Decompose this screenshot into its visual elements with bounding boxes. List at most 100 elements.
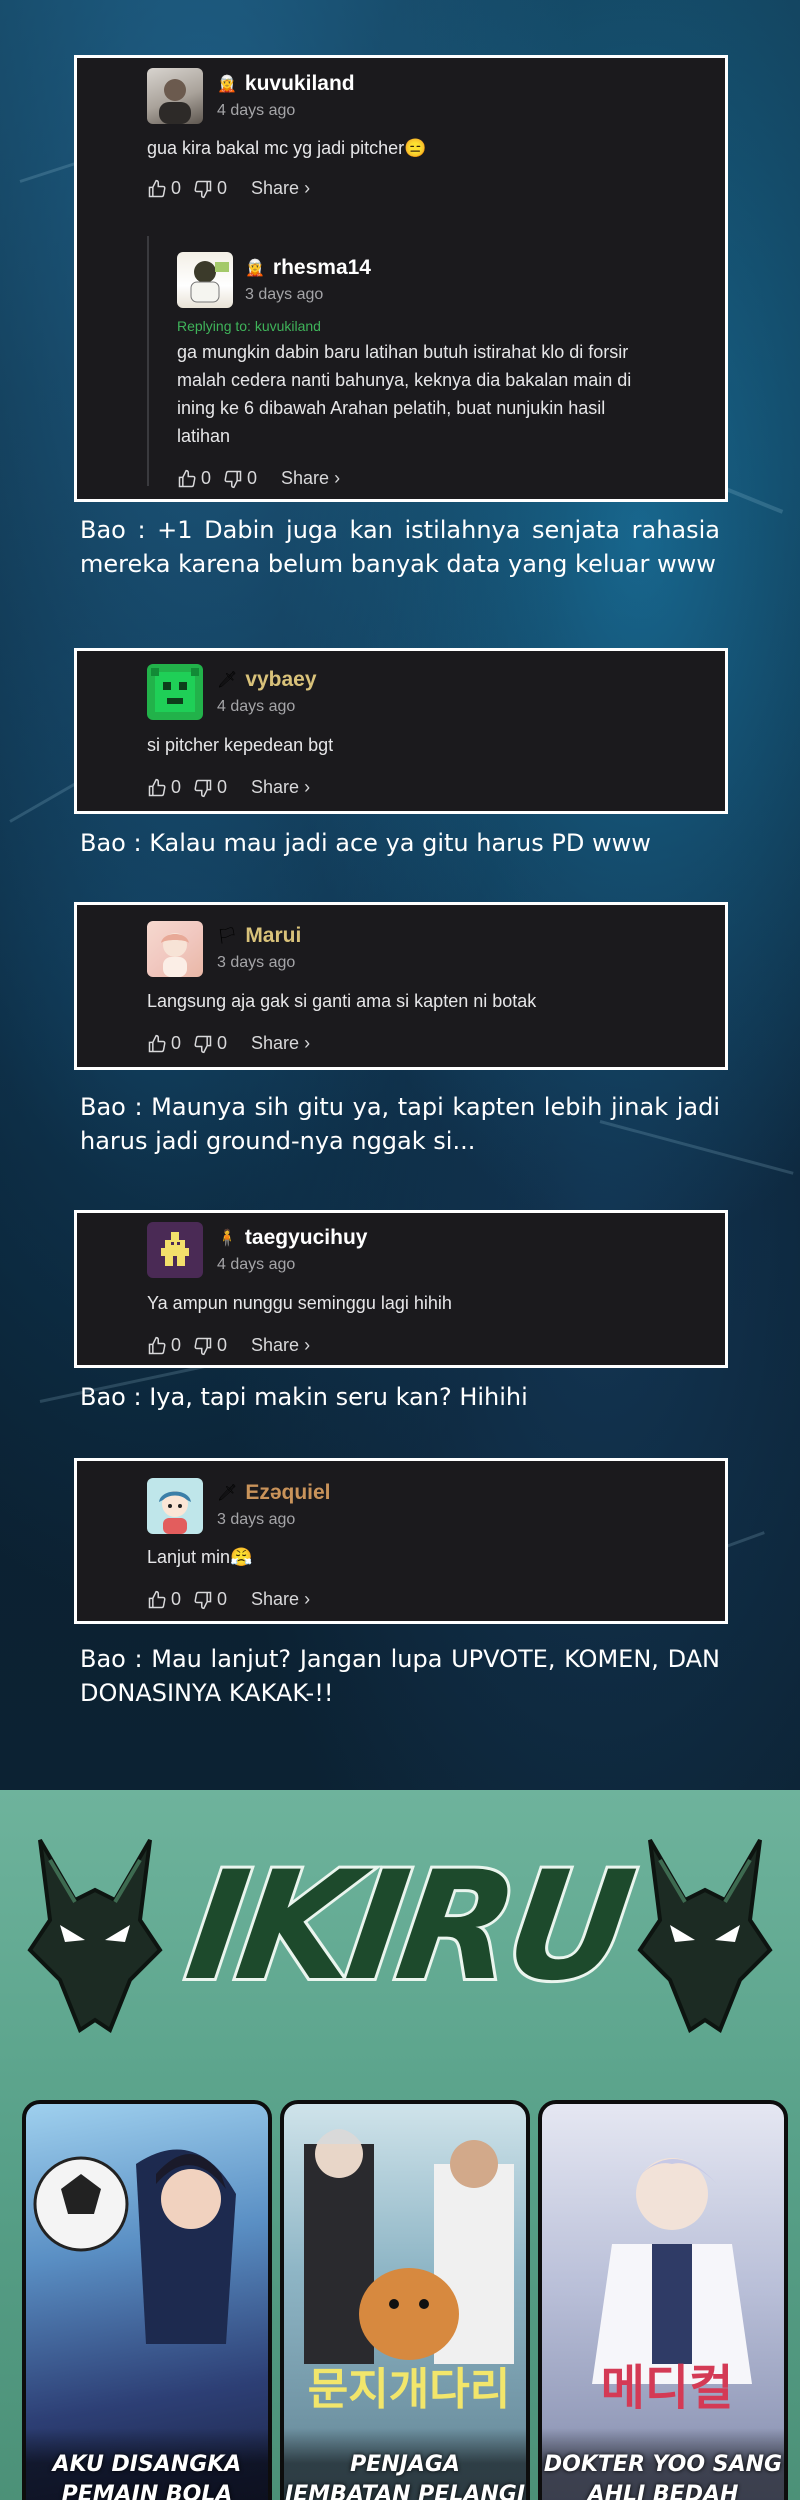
comment: 🧝 kuvukiland 4 days ago gua kira bakal m… <box>77 58 725 499</box>
ikiru-logo: IKIRU <box>175 1837 641 2017</box>
rank-badge-icon: 🧝 <box>217 74 237 93</box>
rank-badge-icon: 🗡 <box>217 1483 238 1502</box>
share-button[interactable]: Share › <box>251 1335 310 1356</box>
bao-reply-text: Bao : Maunya sih gitu ya, tapi kapten le… <box>80 1093 720 1155</box>
thumbs-up-icon <box>148 1336 166 1354</box>
share-button[interactable]: Share › <box>251 777 310 798</box>
comment-actions: 0 0 Share › <box>147 1033 310 1054</box>
comment-text: Ya ampun nunggu seminggu lagi hihih <box>147 1293 452 1313</box>
comment-card: 🏳 Marui 3 days ago Langsung aja gak si g… <box>74 902 728 1070</box>
manga-poster[interactable]: 메디컬 DOKTER YOO SANG AHLI BEDAH <box>538 2100 788 2500</box>
thumbs-down-icon <box>194 779 212 797</box>
comment-actions: 0 0 Share › <box>147 1335 310 1356</box>
like-button[interactable]: 0 <box>147 1033 181 1054</box>
avatar[interactable] <box>147 1478 203 1534</box>
avatar[interactable] <box>147 68 203 124</box>
dislike-button[interactable]: 0 <box>193 1589 227 1610</box>
timestamp: 4 days ago <box>217 698 296 715</box>
svg-text:메디컬: 메디컬 <box>601 2360 733 2416</box>
dislike-button[interactable]: 0 <box>223 468 257 489</box>
like-button[interactable]: 0 <box>147 1335 181 1356</box>
username[interactable]: rhesma14 <box>273 256 371 280</box>
replying-to-label[interactable]: Replying to: kuvukiland <box>177 318 321 334</box>
manga-poster[interactable]: AKU DISANGKA PEMAIN BOLA YANG JENIUS <box>22 2100 272 2500</box>
rank-badge-icon: 🗡 <box>217 670 238 689</box>
username[interactable]: Ezəquiel <box>245 1481 330 1505</box>
wolf-emblem-right-icon <box>637 1838 773 2034</box>
thumbs-down-icon <box>194 180 212 198</box>
dislike-button[interactable]: 0 <box>193 178 227 199</box>
rank-badge-icon: 🧍 <box>217 1228 237 1247</box>
poster-art: 메디컬 <box>592 2158 752 2416</box>
poster-art: 문지개다리 <box>304 2129 514 2415</box>
bao-reply-text: Bao : Mau lanjut? Jangan lupa UPVOTE, KO… <box>80 1645 720 1707</box>
share-button[interactable]: Share › <box>251 1033 310 1054</box>
thumbs-down-icon <box>194 1337 212 1355</box>
like-button[interactable]: 0 <box>147 1589 181 1610</box>
comment-text: si pitcher kepedean bgt <box>147 735 334 755</box>
rank-badge-icon: 🧝 <box>245 258 265 277</box>
dislike-count: 0 <box>217 178 228 198</box>
comment-actions: 0 0 Share › <box>177 468 340 489</box>
comment-text: Lanjut min😤 <box>147 1547 253 1567</box>
comment-card: 🧝 kuvukiland 4 days ago gua kira bakal m… <box>74 55 728 502</box>
dislike-count: 0 <box>247 468 258 488</box>
bao-reply-text: Bao : Kalau mau jadi ace ya gitu harus P… <box>80 829 651 857</box>
timestamp: 4 days ago <box>217 102 296 119</box>
like-count: 0 <box>171 178 182 198</box>
svg-text:문지개다리: 문지개다리 <box>308 2364 510 2415</box>
poster-title: PENJAGA JEMBATAN PELANGI <box>284 2428 526 2500</box>
rank-badge-icon: 🏳 <box>217 926 238 945</box>
thumbs-up-icon <box>148 778 166 796</box>
dislike-count: 0 <box>217 1033 228 1053</box>
comment-text: Langsung aja gak si ganti ama si kapten … <box>147 991 537 1011</box>
dislike-count: 0 <box>217 1335 228 1355</box>
share-button[interactable]: Share › <box>281 468 340 489</box>
comment-text: ga mungkin dabin baru latihan butuh isti… <box>177 342 632 446</box>
comment-actions: 0 0 Share › <box>147 178 310 199</box>
like-button[interactable]: 0 <box>147 178 181 199</box>
share-button[interactable]: Share › <box>251 178 310 199</box>
timestamp: 3 days ago <box>245 286 324 303</box>
like-button[interactable]: 0 <box>147 777 181 798</box>
thread-line <box>147 236 149 486</box>
thumbs-up-icon <box>148 179 166 197</box>
username[interactable]: vybaey <box>245 668 316 692</box>
comment-card: 🧍 taegyucihuy 4 days ago Ya ampun nunggu… <box>74 1210 728 1368</box>
thumbs-down-icon <box>194 1591 212 1609</box>
like-button[interactable]: 0 <box>177 468 211 489</box>
username[interactable]: taegyucihuy <box>245 1226 368 1250</box>
avatar[interactable] <box>177 252 233 308</box>
poster-art <box>33 2149 236 2344</box>
comment-text: gua kira bakal mc yg jadi pitcher😑 <box>147 138 427 158</box>
dislike-count: 0 <box>217 1589 228 1609</box>
like-count: 0 <box>171 1589 182 1609</box>
dislike-count: 0 <box>217 777 228 797</box>
thumbs-down-icon <box>194 1035 212 1053</box>
thumbs-down-icon <box>224 470 242 488</box>
avatar[interactable] <box>147 1222 203 1278</box>
timestamp: 3 days ago <box>217 1511 296 1528</box>
username[interactable]: kuvukiland <box>245 72 355 96</box>
dislike-button[interactable]: 0 <box>193 1335 227 1356</box>
poster-title: DOKTER YOO SANG AHLI BEDAH <box>542 2428 784 2500</box>
comment-actions: 0 0 Share › <box>147 1589 310 1610</box>
like-count: 0 <box>201 468 212 488</box>
like-count: 0 <box>171 777 182 797</box>
comment-card: 🗡 Ezəquiel 3 days ago Lanjut min😤 0 0 Sh… <box>74 1458 728 1624</box>
comment-card: 🗡 vybaey 4 days ago si pitcher kepedean … <box>74 648 728 814</box>
timestamp: 3 days ago <box>217 954 296 971</box>
share-button[interactable]: Share › <box>251 1589 310 1610</box>
avatar[interactable] <box>147 921 203 977</box>
dislike-button[interactable]: 0 <box>193 777 227 798</box>
thumbs-up-icon <box>148 1034 166 1052</box>
username[interactable]: Marui <box>245 924 301 948</box>
promo-banner: IKIRU AKU DISANGKA PEMAIN BOLA YANG JENI… <box>0 1790 800 2500</box>
manga-poster[interactable]: 문지개다리 PENJAGA JEMBATAN PELANGI <box>280 2100 530 2500</box>
wolf-emblem-left-icon <box>27 1838 163 2034</box>
avatar[interactable] <box>147 664 203 720</box>
dislike-button[interactable]: 0 <box>193 1033 227 1054</box>
bao-reply-text: Bao : +1 Dabin juga kan istilahnya senja… <box>80 516 720 578</box>
poster-title: AKU DISANGKA PEMAIN BOLA YANG JENIUS <box>26 2428 268 2500</box>
thumbs-up-icon <box>148 1590 166 1608</box>
